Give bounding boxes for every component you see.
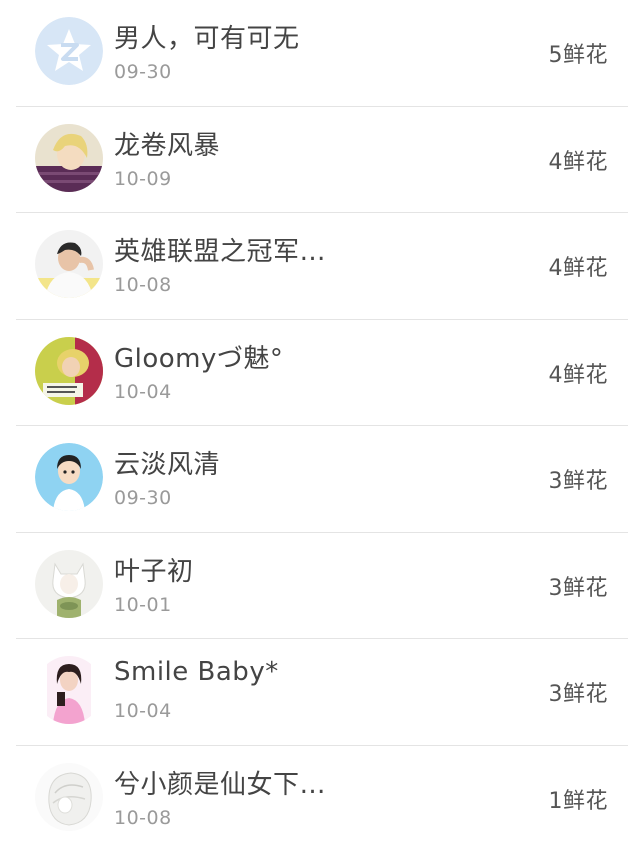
list-item[interactable]: 兮小颜是仙女下… 10-08 1鲜花 [0, 746, 640, 852]
cartoon-boy-avatar-icon[interactable] [35, 443, 103, 511]
user-name[interactable]: 兮小颜是仙女下… [114, 764, 326, 801]
date-label: 10-01 [114, 594, 172, 616]
date-label: 09-30 [114, 61, 172, 83]
flower-ranking-list: 男人，可有可无 09-30 5鲜花 龙卷风暴 10-09 4鲜花 [0, 0, 640, 852]
user-name[interactable]: 叶子初 [114, 551, 194, 588]
flower-count: 4鲜花 [549, 357, 609, 389]
man-photo-avatar-icon[interactable] [35, 230, 103, 298]
qzone-default-avatar-icon[interactable] [35, 17, 103, 85]
user-name[interactable]: Smile Baby* [114, 657, 279, 687]
list-item[interactable]: 男人，可有可无 09-30 5鲜花 [0, 0, 640, 107]
user-name[interactable]: 龙卷风暴 [114, 125, 220, 162]
list-item[interactable]: Gloomyづ魅° 10-04 4鲜花 [0, 320, 640, 427]
list-item[interactable]: 英雄联盟之冠军… 10-08 4鲜花 [0, 213, 640, 320]
date-label: 09-30 [114, 487, 172, 509]
woman-pink-avatar-icon[interactable] [35, 656, 103, 724]
anime-fox-girl-avatar-icon[interactable] [35, 550, 103, 618]
date-label: 10-04 [114, 381, 172, 403]
user-name[interactable]: 英雄联盟之冠军… [114, 231, 326, 268]
sketch-girl-avatar-icon[interactable] [35, 763, 103, 831]
user-name[interactable]: Gloomyづ魅° [114, 338, 283, 375]
flower-count: 3鲜花 [549, 676, 609, 708]
flower-count: 4鲜花 [549, 250, 609, 282]
date-label: 10-09 [114, 168, 172, 190]
list-item[interactable]: 云淡风清 09-30 3鲜花 [0, 426, 640, 533]
list-item[interactable]: 龙卷风暴 10-09 4鲜花 [0, 107, 640, 214]
user-name[interactable]: 云淡风清 [114, 444, 220, 481]
date-label: 10-08 [114, 274, 172, 296]
date-label: 10-04 [114, 700, 172, 722]
flower-count: 1鲜花 [549, 783, 609, 815]
flower-count: 3鲜花 [549, 463, 609, 495]
flower-count: 4鲜花 [549, 144, 609, 176]
anime-boy-avatar-icon[interactable] [35, 124, 103, 192]
user-name[interactable]: 男人，可有可无 [114, 18, 300, 55]
flower-count: 3鲜花 [549, 570, 609, 602]
list-item[interactable]: Smile Baby* 10-04 3鲜花 [0, 639, 640, 746]
date-label: 10-08 [114, 807, 172, 829]
list-item[interactable]: 叶子初 10-01 3鲜花 [0, 533, 640, 640]
girl-photo-avatar-icon[interactable] [35, 337, 103, 405]
flower-count: 5鲜花 [549, 37, 609, 69]
